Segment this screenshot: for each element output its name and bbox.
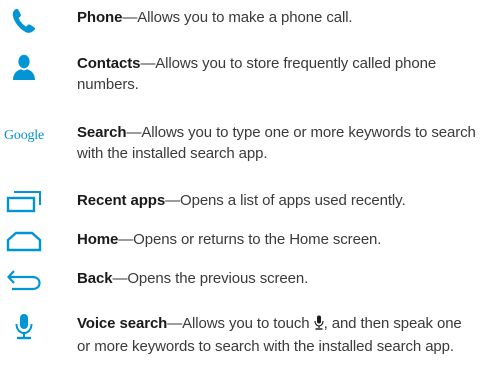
back-icon	[6, 265, 42, 295]
home-icon	[6, 226, 42, 256]
recent-apps-icon	[6, 187, 42, 217]
item-term: Contacts	[77, 55, 141, 72]
google-logo: Google	[4, 128, 45, 143]
item-description: —Allows you to make a phone call.	[122, 9, 353, 26]
item-description: —Opens the previous screen.	[112, 270, 309, 287]
item-term: Home	[77, 231, 119, 248]
item-description-before: —Allows you to touch	[167, 315, 314, 332]
phone-icon	[6, 6, 42, 36]
microphone-icon	[6, 312, 42, 342]
item-term: Phone	[77, 9, 123, 26]
item-description: —Opens or returns to the Home screen.	[118, 231, 382, 248]
item-term: Back	[77, 270, 113, 287]
item-term: Recent apps	[77, 192, 166, 209]
item-term: Voice search	[77, 315, 168, 332]
item-description: —Opens a list of apps used recently.	[165, 192, 406, 209]
contacts-icon	[6, 52, 42, 82]
item-term: Search	[77, 124, 127, 141]
microphone-icon	[313, 315, 324, 336]
item-description: —Allows you to type one or more keywords…	[77, 124, 476, 162]
